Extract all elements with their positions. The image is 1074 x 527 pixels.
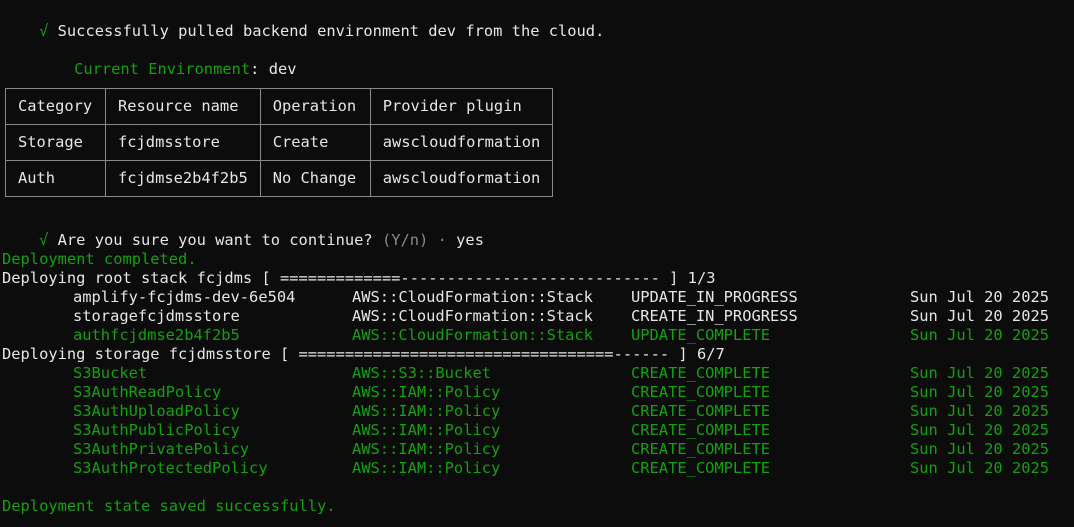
resource-timestamp: Sun Jul 20 2025 — [910, 440, 1049, 458]
resource-logical-name: S3AuthProtectedPolicy — [73, 459, 268, 477]
resource-logical-name: S3AuthPrivatePolicy — [73, 440, 250, 458]
resource-status: CREATE_COMPLETE — [631, 402, 770, 420]
resource-type: AWS::CloudFormation::Stack — [352, 307, 593, 325]
cell-operation: Create — [259, 124, 371, 161]
confirm-answer: yes — [456, 231, 484, 249]
table-header-row: Category Resource name Operation Provide… — [5, 88, 554, 125]
check-icon: √ — [39, 22, 49, 40]
check-icon: √ — [39, 231, 49, 249]
header-resource-name: Resource name — [105, 88, 261, 125]
resource-logical-name: authfcjdmse2b4f2b5 — [73, 326, 240, 344]
resource-timestamp: Sun Jul 20 2025 — [910, 288, 1049, 306]
resource-type: AWS::IAM::Policy — [352, 459, 501, 477]
resource-timestamp: Sun Jul 20 2025 — [910, 307, 1049, 325]
resource-timestamp: Sun Jul 20 2025 — [910, 326, 1049, 344]
resource-logical-name: S3AuthReadPolicy — [73, 383, 222, 401]
header-provider-plugin: Provider plugin — [369, 88, 554, 125]
cell-provider-plugin: awscloudformation — [369, 124, 554, 161]
root-stack-progress: Deploying root stack fcjdms [ ==========… — [2, 269, 716, 287]
cell-category: Storage — [5, 124, 106, 161]
pull-success-message: Successfully pulled backend environment … — [57, 22, 605, 40]
resource-status: CREATE_COMPLETE — [631, 383, 770, 401]
resource-logical-name: amplify-fcjdms-dev-6e504 — [73, 288, 296, 306]
current-environment-value: dev — [268, 60, 297, 78]
resource-timestamp: Sun Jul 20 2025 — [910, 364, 1049, 382]
current-environment-line: Current Environment: dev — [37, 41, 296, 78]
confirm-hint: (Y/n) — [381, 231, 429, 249]
resource-type: AWS::IAM::Policy — [352, 440, 501, 458]
resource-timestamp: Sun Jul 20 2025 — [910, 402, 1049, 420]
current-environment-label: Current Environment — [74, 60, 251, 78]
cell-operation: No Change — [259, 160, 371, 197]
resource-timestamp: Sun Jul 20 2025 — [910, 421, 1049, 439]
deployment-completed-line: Deployment completed. — [2, 250, 197, 268]
resource-table: Category Resource name Operation Provide… — [5, 88, 554, 197]
cell-resource-name: fcjdmsstore — [105, 124, 261, 161]
terminal-window[interactable]: √ Successfully pulled backend environmen… — [0, 0, 1074, 527]
pull-success-line: √ Successfully pulled backend environmen… — [2, 3, 604, 40]
resource-timestamp: Sun Jul 20 2025 — [910, 383, 1049, 401]
header-category: Category — [5, 88, 106, 125]
resource-type: AWS::CloudFormation::Stack — [352, 326, 593, 344]
state-saved-line: Deployment state saved successfully. — [2, 497, 336, 515]
cell-provider-plugin: awscloudformation — [369, 160, 554, 197]
resource-status: CREATE_COMPLETE — [631, 459, 770, 477]
resource-logical-name: S3AuthPublicPolicy — [73, 421, 240, 439]
cell-resource-name: fcjdmse2b4f2b5 — [105, 160, 261, 197]
resource-status: CREATE_IN_PROGRESS — [631, 307, 798, 325]
resource-status: UPDATE_COMPLETE — [631, 326, 770, 344]
resource-logical-name: S3Bucket — [73, 364, 148, 382]
resource-type: AWS::S3::Bucket — [352, 364, 491, 382]
resource-status: UPDATE_IN_PROGRESS — [631, 288, 798, 306]
resource-logical-name: storagefcjdmsstore — [73, 307, 240, 325]
resource-type: AWS::IAM::Policy — [352, 402, 501, 420]
header-operation: Operation — [259, 88, 371, 125]
resource-type: AWS::IAM::Policy — [352, 383, 501, 401]
cell-category: Auth — [5, 160, 106, 197]
confirm-prompt-line: √ Are you sure you want to continue? (Y/… — [2, 212, 484, 249]
resource-timestamp: Sun Jul 20 2025 — [910, 459, 1049, 477]
resource-logical-name: S3AuthUploadPolicy — [73, 402, 240, 420]
storage-stack-progress: Deploying storage fcjdmsstore [ ========… — [2, 345, 725, 363]
resource-status: CREATE_COMPLETE — [631, 364, 770, 382]
resource-type: AWS::CloudFormation::Stack — [352, 288, 593, 306]
resource-type: AWS::IAM::Policy — [352, 421, 501, 439]
table-row: Storage fcjdmsstore Create awscloudforma… — [5, 124, 554, 161]
confirm-separator: · — [437, 231, 447, 249]
resource-status: CREATE_COMPLETE — [631, 440, 770, 458]
confirm-question: Are you sure you want to continue? — [57, 231, 373, 249]
table-row: Auth fcjdmse2b4f2b5 No Change awscloudfo… — [5, 160, 554, 197]
resource-status: CREATE_COMPLETE — [631, 421, 770, 439]
